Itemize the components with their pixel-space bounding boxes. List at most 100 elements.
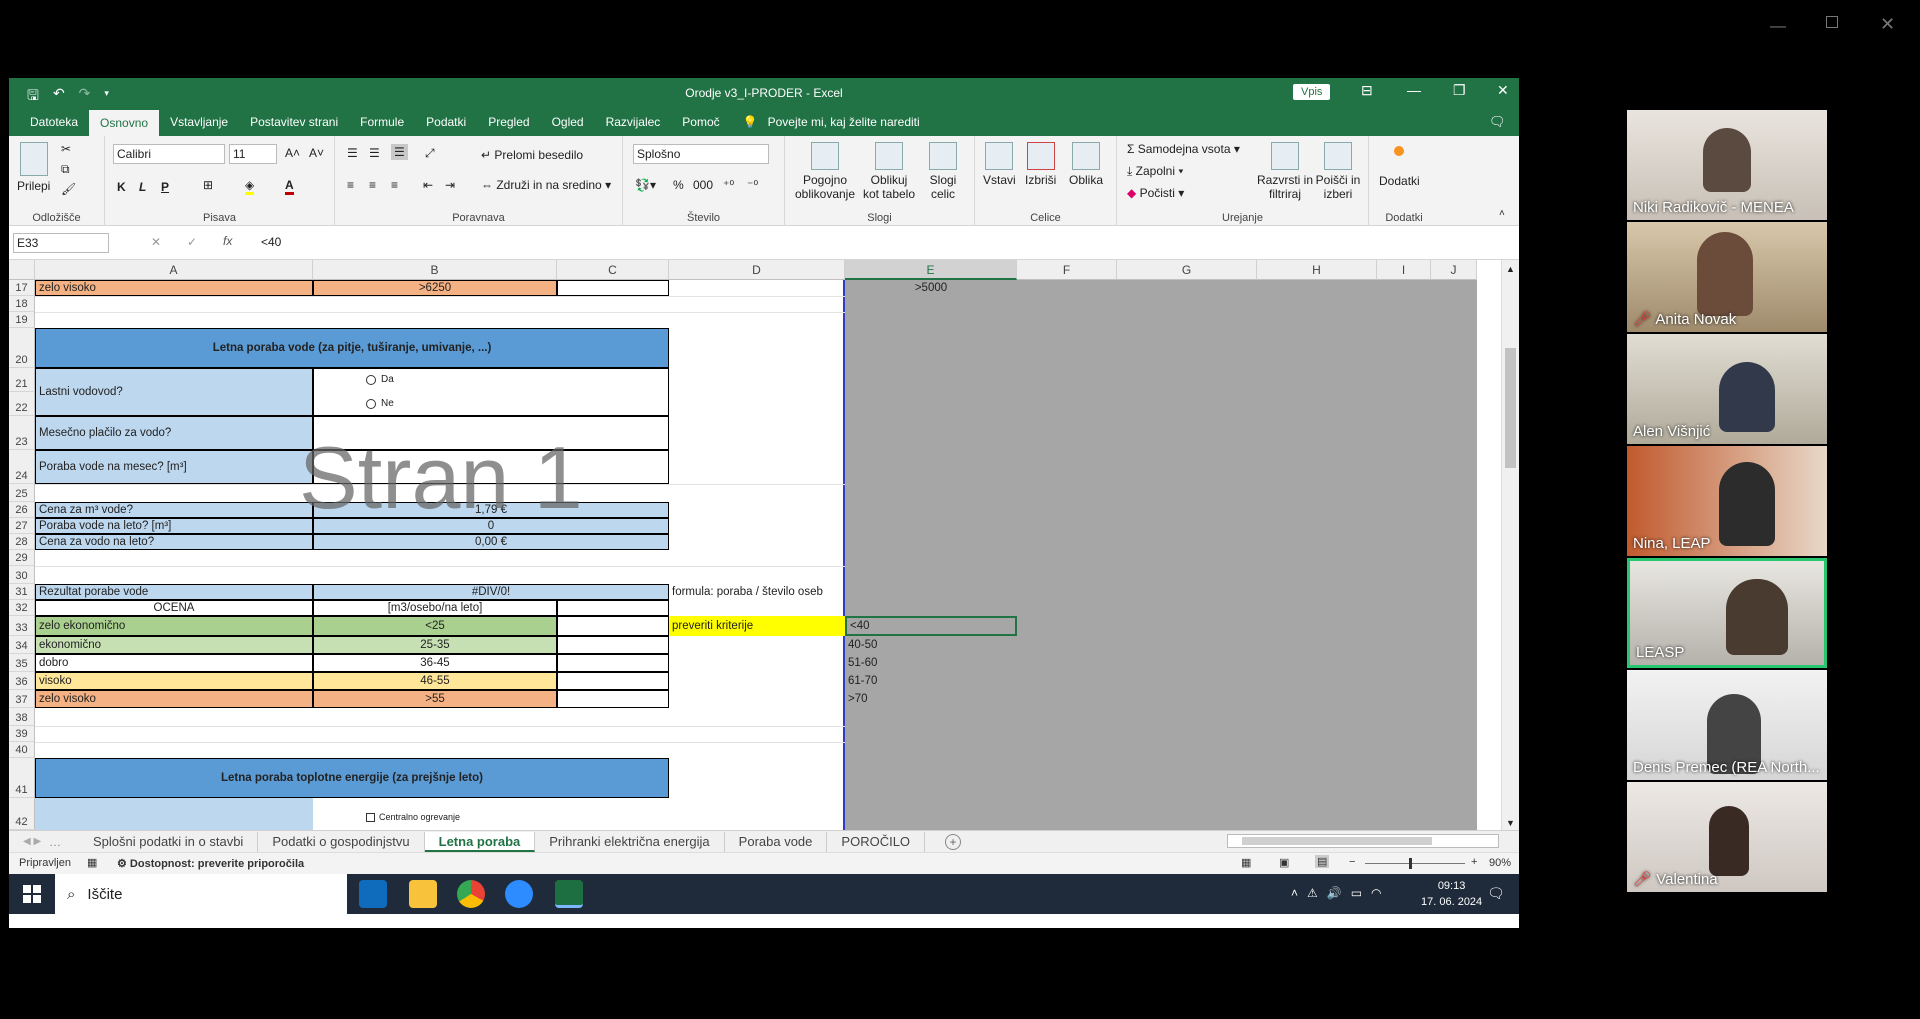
cell-a24[interactable]: Poraba vode na mesec? [m³] (35, 450, 313, 484)
scroll-thumb[interactable] (1505, 348, 1516, 468)
cell-styles-button[interactable]: Slogi celic (921, 142, 965, 201)
sheet-tab-poraba-vode[interactable]: Poraba vode (725, 831, 828, 852)
checkbox-central-heating[interactable]: Centralno ogrevanje (363, 810, 463, 824)
system-tray-icons[interactable]: ˄⚠🔊▭◠ (1291, 886, 1391, 900)
cell-a23[interactable]: Mesečno plačilo za vodo? (35, 416, 313, 450)
row-header[interactable]: 38 (9, 708, 35, 726)
radio-da[interactable]: Da (363, 372, 397, 388)
increase-indent-icon[interactable]: ⇥ (445, 178, 455, 192)
cell-b34[interactable]: 25-35 (313, 636, 557, 654)
zoom-out-icon[interactable]: − (1349, 856, 1355, 868)
align-center-icon[interactable]: ≡ (369, 178, 376, 192)
cell-b23[interactable] (313, 416, 669, 450)
column-header-j[interactable]: J (1431, 260, 1477, 280)
cell-c35[interactable] (557, 654, 669, 672)
cell-c33[interactable] (557, 616, 669, 636)
host-minimize-button[interactable]: — (1770, 18, 1786, 36)
cell-a26[interactable]: Cena za m³ vode? (35, 502, 313, 518)
tab-formule[interactable]: Formule (349, 108, 415, 136)
signin-button[interactable]: Vpis (1293, 84, 1331, 100)
row-header[interactable]: 27 (9, 518, 35, 534)
underline-button[interactable]: P (161, 180, 169, 194)
row-header[interactable]: 29 (9, 550, 35, 566)
cell-a21[interactable]: Lastni vodovod? (35, 368, 313, 416)
insert-function-icon[interactable]: fx (223, 234, 232, 248)
participant-tile-active[interactable]: LEASP (1627, 558, 1827, 668)
zoom-app-icon[interactable] (505, 880, 533, 908)
tab-scroll-left-icon[interactable]: ◀ ▶ (9, 836, 49, 847)
sheet-tab-letna-poraba[interactable]: Letna poraba (424, 831, 536, 852)
addins-button[interactable]: Dodatki (1379, 146, 1420, 188)
cell-b27[interactable]: 0 (313, 518, 669, 534)
tab-vstavljanje[interactable]: Vstavljanje (159, 108, 239, 136)
font-size-select[interactable]: 11 (229, 144, 277, 164)
cell-a42[interactable] (35, 798, 313, 830)
wrap-text-button[interactable]: ↵ Prelomi besedilo (481, 148, 583, 162)
file-explorer-icon[interactable] (409, 880, 437, 908)
cell-e37[interactable]: >70 (845, 690, 1017, 708)
align-left-icon[interactable]: ≡ (347, 178, 354, 192)
excel-taskbar-icon[interactable] (555, 880, 583, 908)
column-header-i[interactable]: I (1377, 260, 1431, 280)
grow-font-icon[interactable]: A˄ (285, 146, 300, 160)
font-color-icon[interactable]: A (285, 178, 294, 195)
row-header[interactable]: 34 (9, 636, 35, 654)
autosum-button[interactable]: Σ Samodejna vsota ▾ (1127, 142, 1240, 156)
row-header[interactable]: 37 (9, 690, 35, 708)
cell-c36[interactable] (557, 672, 669, 690)
cell-b17[interactable]: >6250 (313, 280, 557, 296)
row-header[interactable]: 41 (9, 758, 35, 798)
tab-osnovno[interactable]: Osnovno (89, 110, 160, 136)
comma-icon[interactable]: 000 (693, 178, 713, 192)
cell-b37[interactable]: >55 (313, 690, 557, 708)
page-layout-icon[interactable]: ▣ (1279, 856, 1289, 869)
notification-icon[interactable]: 🗨 (1487, 885, 1505, 902)
participant-tile[interactable]: 🎤︎ Anita Novak (1627, 222, 1827, 332)
find-select-button[interactable]: Poišči in izberi (1313, 142, 1363, 201)
column-header-b[interactable]: B (313, 260, 557, 280)
scroll-up-icon[interactable]: ▲ (1502, 264, 1519, 274)
cell-a27[interactable]: Poraba vode na leto? [m³] (35, 518, 313, 534)
column-header-e[interactable]: E (845, 260, 1017, 280)
row-header[interactable]: 35 (9, 654, 35, 672)
row-header[interactable]: 26 (9, 502, 35, 518)
sheet-tab-gospodinjstvo[interactable]: Podatki o gospodinjstvu (258, 831, 425, 852)
cell-b28[interactable]: 0,00 € (313, 534, 669, 550)
percent-icon[interactable]: % (673, 178, 684, 192)
cell-d31[interactable]: formula: poraba / število oseb (669, 584, 845, 600)
cell-a32[interactable]: OCENA (35, 600, 313, 616)
column-header-g[interactable]: G (1117, 260, 1257, 280)
cell-c34[interactable] (557, 636, 669, 654)
minimize-button[interactable]: — (1407, 82, 1421, 98)
row-header[interactable]: 22 (9, 392, 35, 416)
collapse-ribbon-icon[interactable]: ˄ (1499, 208, 1505, 219)
format-painter-icon[interactable]: 🖌 (61, 182, 76, 196)
sheet-tab-prihranki[interactable]: Prihranki električna energija (535, 831, 725, 852)
row-header[interactable]: 40 (9, 742, 35, 758)
vertical-scrollbar[interactable]: ▲ ▼ (1501, 260, 1519, 830)
merge-center-button[interactable]: ⇔ Združi in na sredino ▾ (481, 178, 611, 192)
column-header-a[interactable]: A (35, 260, 313, 280)
confirm-formula-icon[interactable]: ✓ (187, 235, 197, 249)
shrink-font-icon[interactable]: A˅ (309, 146, 324, 160)
column-header-d[interactable]: D (669, 260, 845, 280)
delete-button[interactable]: Izbriši (1025, 142, 1056, 187)
restore-button[interactable]: ❐ (1453, 82, 1466, 99)
participant-tile[interactable]: Nina, LEAP (1627, 446, 1827, 556)
row-header[interactable]: 17 (9, 280, 35, 296)
cell-b36[interactable]: 46-55 (313, 672, 557, 690)
cell-a33[interactable]: zelo ekonomično (35, 616, 313, 636)
host-restore-button[interactable] (1826, 16, 1838, 28)
cancel-formula-icon[interactable]: ✕ (151, 235, 161, 249)
participant-tile[interactable]: Alen Višnjić (1627, 334, 1827, 444)
zoom-in-icon[interactable]: + (1471, 856, 1477, 868)
cell-c37[interactable] (557, 690, 669, 708)
formula-input[interactable]: <40 (261, 235, 281, 249)
comments-icon[interactable]: 🗨 (1489, 114, 1506, 130)
format-as-table-button[interactable]: Oblikuj kot tabelo (861, 142, 917, 201)
row-header[interactable]: 23 (9, 416, 35, 450)
cell-a34[interactable]: ekonomično (35, 636, 313, 654)
row-header[interactable]: 32 (9, 600, 35, 616)
worksheet-grid[interactable]: A B C D E F G H I J 17 18 19 20 21 22 23… (9, 260, 1519, 830)
align-bottom-icon[interactable]: ☰ (391, 144, 408, 160)
